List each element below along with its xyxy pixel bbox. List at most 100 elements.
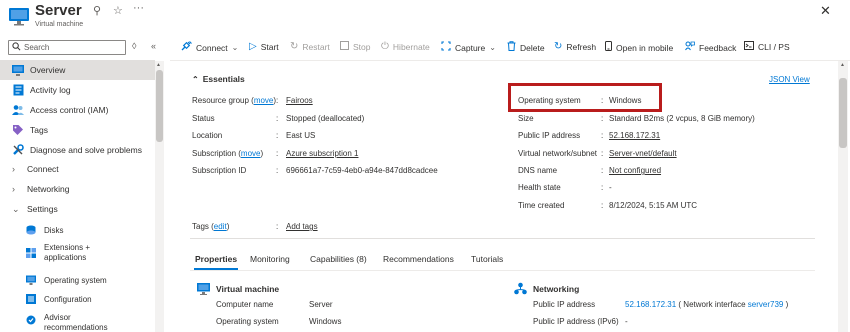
virtual-machine-icon	[8, 5, 30, 27]
sidebar-item-settings[interactable]: ⌄ Settings	[0, 199, 155, 219]
capture-label: Capture	[455, 42, 486, 53]
net-public-ip-link[interactable]: 52.168.172.31	[625, 300, 676, 309]
sidebar-item-access-control[interactable]: Access control (IAM)	[0, 100, 155, 120]
sidebar-item-configuration[interactable]: Configuration	[0, 292, 155, 306]
sidebar-item-label: Disks	[44, 225, 64, 235]
public-ip-link[interactable]: 52.168.172.31	[609, 131, 660, 140]
tag-icon	[12, 124, 24, 136]
health-state-label: Health state	[518, 183, 561, 192]
disk-icon	[26, 225, 36, 235]
chevron-up-icon: ⌃	[192, 75, 199, 84]
scroll-up-arrow-icon[interactable]: ▲	[840, 62, 845, 68]
chevron-down-icon: ⌄	[231, 43, 239, 52]
sidebar-item-label: Operating system	[44, 275, 107, 285]
sidebar-item-disks[interactable]: Disks	[0, 223, 155, 237]
separator: :	[276, 222, 279, 231]
search-icon	[12, 42, 21, 53]
stop-button[interactable]: Stop	[340, 41, 371, 53]
sidebar-item-label: Networking	[27, 184, 70, 194]
delete-button[interactable]: Delete	[507, 41, 545, 54]
status-label: Status	[192, 114, 215, 123]
refresh-button[interactable]: ↻ Refresh	[554, 41, 596, 52]
play-icon: ▷	[249, 41, 257, 52]
sidebar-item-label: Connect	[27, 164, 59, 174]
start-button[interactable]: ▷ Start	[249, 41, 279, 52]
tab-tutorials[interactable]: Tutorials	[471, 254, 503, 264]
restart-button[interactable]: ↻ Restart	[290, 41, 330, 52]
sidebar-scrollbar-thumb[interactable]	[156, 70, 163, 142]
tab-properties[interactable]: Properties	[195, 254, 237, 264]
public-ip-label: Public IP address	[518, 131, 581, 140]
time-created-value: 8/12/2024, 5:15 AM UTC	[609, 201, 698, 210]
settings-icon[interactable]: ◊	[132, 41, 136, 51]
capture-button[interactable]: Capture ⌄	[441, 41, 496, 54]
mobile-icon	[605, 41, 612, 54]
plug-icon	[181, 41, 192, 54]
separator: :	[276, 114, 279, 123]
sidebar-item-diagnose[interactable]: Diagnose and solve problems	[0, 140, 155, 160]
tab-monitoring[interactable]: Monitoring	[250, 254, 290, 264]
sidebar-item-label: Activity log	[30, 85, 71, 95]
close-icon[interactable]: ✕	[820, 3, 831, 19]
feedback-label: Feedback	[699, 42, 737, 53]
search-placeholder: Search	[24, 43, 50, 52]
restart-label: Restart	[302, 41, 330, 52]
sidebar-item-extensions[interactable]: Extensions + applications	[0, 242, 155, 264]
tags-label: Tags (edit)	[192, 222, 230, 231]
page-subtitle: Virtual machine	[35, 21, 84, 28]
pin-icon[interactable]: ⚲	[93, 4, 101, 17]
power-icon: ⏻	[381, 41, 389, 52]
add-tags-link[interactable]: Add tags	[286, 222, 318, 231]
move-link[interactable]: move	[254, 96, 274, 105]
essentials-divider	[190, 238, 815, 239]
vm-operating-system-value: Windows	[309, 317, 342, 326]
location-value: East US	[286, 131, 316, 140]
sidebar-item-connect[interactable]: › Connect	[0, 159, 155, 179]
collapse-sidebar-icon[interactable]: «	[151, 41, 156, 51]
move-link[interactable]: move	[241, 149, 261, 158]
essentials-title: Essentials	[202, 74, 245, 84]
networking-section-title[interactable]: Networking	[533, 284, 579, 294]
vnet-subnet-link[interactable]: Server-vnet/default	[609, 149, 677, 158]
subscription-link[interactable]: Azure subscription 1	[286, 149, 358, 158]
sidebar-item-overview[interactable]: Overview	[0, 60, 155, 80]
dns-name-link[interactable]: Not configured	[609, 166, 661, 175]
connect-button[interactable]: Connect ⌄	[181, 41, 238, 54]
edit-tags-link[interactable]: edit	[214, 222, 227, 231]
feedback-icon	[685, 41, 695, 54]
virtual-machine-icon	[197, 283, 210, 297]
size-value: Standard B2ms (2 vcpus, 8 GiB memory)	[609, 114, 755, 123]
open-in-mobile-button[interactable]: Open in mobile	[605, 41, 673, 54]
tab-capabilities[interactable]: Capabilities (8)	[310, 254, 367, 264]
separator: :	[276, 166, 279, 175]
cli-ps-button[interactable]: CLI / PS	[744, 41, 790, 53]
tab-recommendations[interactable]: Recommendations	[383, 254, 454, 264]
sidebar-item-tags[interactable]: Tags	[0, 120, 155, 140]
sidebar-item-activity-log[interactable]: Activity log	[0, 80, 155, 100]
terminal-icon	[744, 41, 754, 53]
vnet-subnet-label: Virtual network/subnet	[518, 149, 598, 158]
start-label: Start	[260, 41, 279, 52]
network-interface-link[interactable]: server739	[748, 300, 784, 309]
sidebar-item-operating-system[interactable]: Operating system	[0, 273, 155, 287]
scroll-up-arrow-icon[interactable]: ▲	[156, 62, 161, 68]
advisor-icon	[26, 315, 36, 325]
json-view-link[interactable]: JSON View	[769, 75, 810, 84]
main-scrollbar-thumb[interactable]	[839, 78, 847, 148]
separator: :	[601, 183, 604, 192]
label-text: Subscription	[192, 149, 237, 158]
star-icon[interactable]: ☆	[113, 4, 123, 17]
sidebar-item-advisor[interactable]: Advisor recommendations	[0, 313, 155, 332]
resource-group-link[interactable]: Fairoos	[286, 96, 313, 105]
activity-log-icon	[12, 84, 24, 96]
sidebar-item-networking[interactable]: › Networking	[0, 179, 155, 199]
chevron-down-icon: ⌄	[12, 203, 20, 214]
networking-icon	[514, 282, 527, 297]
refresh-icon: ↻	[554, 41, 563, 52]
feedback-button[interactable]: Feedback	[685, 41, 736, 54]
hibernate-button[interactable]: ⏻ Hibernate	[381, 41, 430, 52]
search-input[interactable]: Search	[8, 40, 126, 55]
more-options-icon[interactable]: ···	[133, 2, 144, 14]
essentials-toggle[interactable]: ⌃ Essentials	[192, 74, 245, 84]
separator: :	[601, 114, 604, 123]
